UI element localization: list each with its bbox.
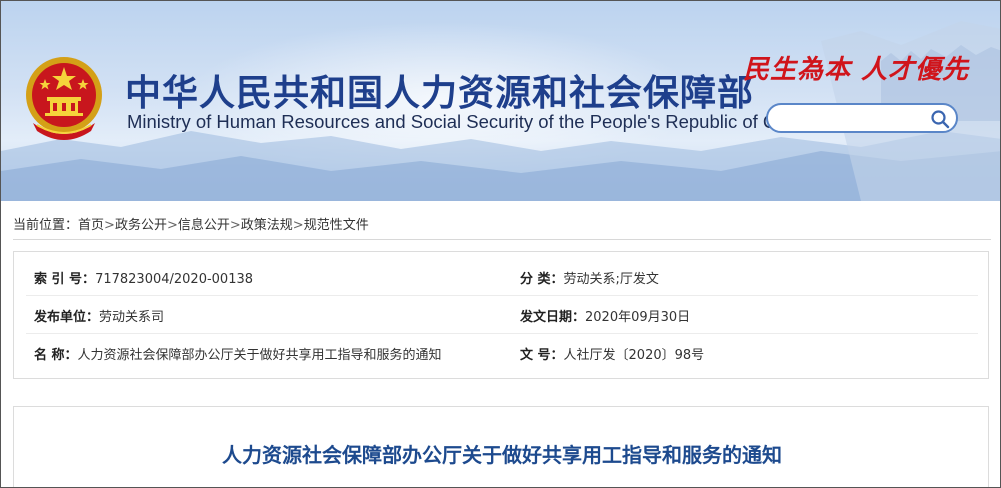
- breadcrumb-separator: >: [166, 218, 178, 233]
- site-title-chinese: 中华人民共和国人力资源和社会保障部: [125, 73, 755, 114]
- document-info-table: 索 引 号：717823004/2020-00138 分 类：劳动关系;厅发文 …: [13, 251, 989, 379]
- breadcrumb-prefix: 当前位置：: [13, 218, 79, 233]
- document-number: 文 号：人社厅发〔2020〕98号: [520, 344, 704, 363]
- article-title: 人力资源社会保障部办公厅关于做好共享用工指导和服务的通知: [222, 443, 782, 467]
- publisher: 发布单位：劳动关系司: [34, 306, 164, 325]
- national-emblem-icon: [26, 57, 102, 140]
- breadcrumb: 当前位置：首页>政务公开>信息公开>政策法规>规范性文件: [13, 214, 369, 233]
- breadcrumb-divider: [13, 239, 991, 240]
- page-frame: 中华人民共和国人力资源和社会保障部 Ministry of Human Reso…: [0, 0, 1001, 488]
- site-title-english: Ministry of Human Resources and Social S…: [127, 111, 812, 132]
- document-number-value: 人社厅发〔2020〕98号: [563, 348, 705, 363]
- breadcrumb-information-disclosure[interactable]: 信息公开: [178, 218, 230, 233]
- index-number-value: 717823004/2020-00138: [95, 272, 254, 287]
- breadcrumb-policies-regulations[interactable]: 政策法规: [241, 218, 293, 233]
- breadcrumb-separator: >: [104, 218, 115, 233]
- info-row-name: 名 称：人力资源社会保障部办公厅关于做好共享用工指导和服务的通知 文 号：人社厅…: [26, 334, 978, 372]
- issue-date: 发文日期：2020年09月30日: [520, 306, 690, 325]
- document-name: 名 称：人力资源社会保障部办公厅关于做好共享用工指导和服务的通知: [34, 344, 442, 363]
- publisher-value: 劳动关系司: [99, 310, 165, 325]
- issue-date-value: 2020年09月30日: [585, 310, 691, 325]
- breadcrumb-government-affairs[interactable]: 政务公开: [115, 218, 167, 233]
- index-number-label: 索 引 号：: [34, 272, 96, 287]
- document-number-label: 文 号：: [520, 348, 564, 363]
- breadcrumb-home[interactable]: 首页: [78, 218, 104, 233]
- search-icon[interactable]: [930, 109, 950, 129]
- search-box: [766, 103, 958, 133]
- breadcrumb-separator: >: [292, 218, 304, 233]
- breadcrumb-separator: >: [229, 218, 241, 233]
- category: 分 类：劳动关系;厅发文: [520, 268, 659, 287]
- article-container: 人力资源社会保障部办公厅关于做好共享用工指导和服务的通知: [13, 406, 989, 487]
- publisher-label: 发布单位：: [34, 310, 100, 325]
- slogan: 民生為本 人才優先: [743, 55, 970, 85]
- issue-date-label: 发文日期：: [520, 310, 586, 325]
- search-input[interactable]: [778, 108, 926, 128]
- info-row-index: 索 引 号：717823004/2020-00138 分 类：劳动关系;厅发文: [26, 258, 978, 296]
- document-name-label: 名 称：: [34, 348, 78, 363]
- category-value: 劳动关系;厅发文: [563, 272, 659, 287]
- index-number: 索 引 号：717823004/2020-00138: [34, 268, 253, 287]
- breadcrumb-normative-documents[interactable]: 规范性文件: [304, 218, 369, 233]
- header-banner: 中华人民共和国人力资源和社会保障部 Ministry of Human Reso…: [1, 1, 1000, 201]
- info-row-publisher: 发布单位：劳动关系司 发文日期：2020年09月30日: [26, 296, 978, 334]
- category-label: 分 类：: [520, 272, 564, 287]
- document-name-value: 人力资源社会保障部办公厅关于做好共享用工指导和服务的通知: [77, 348, 442, 363]
